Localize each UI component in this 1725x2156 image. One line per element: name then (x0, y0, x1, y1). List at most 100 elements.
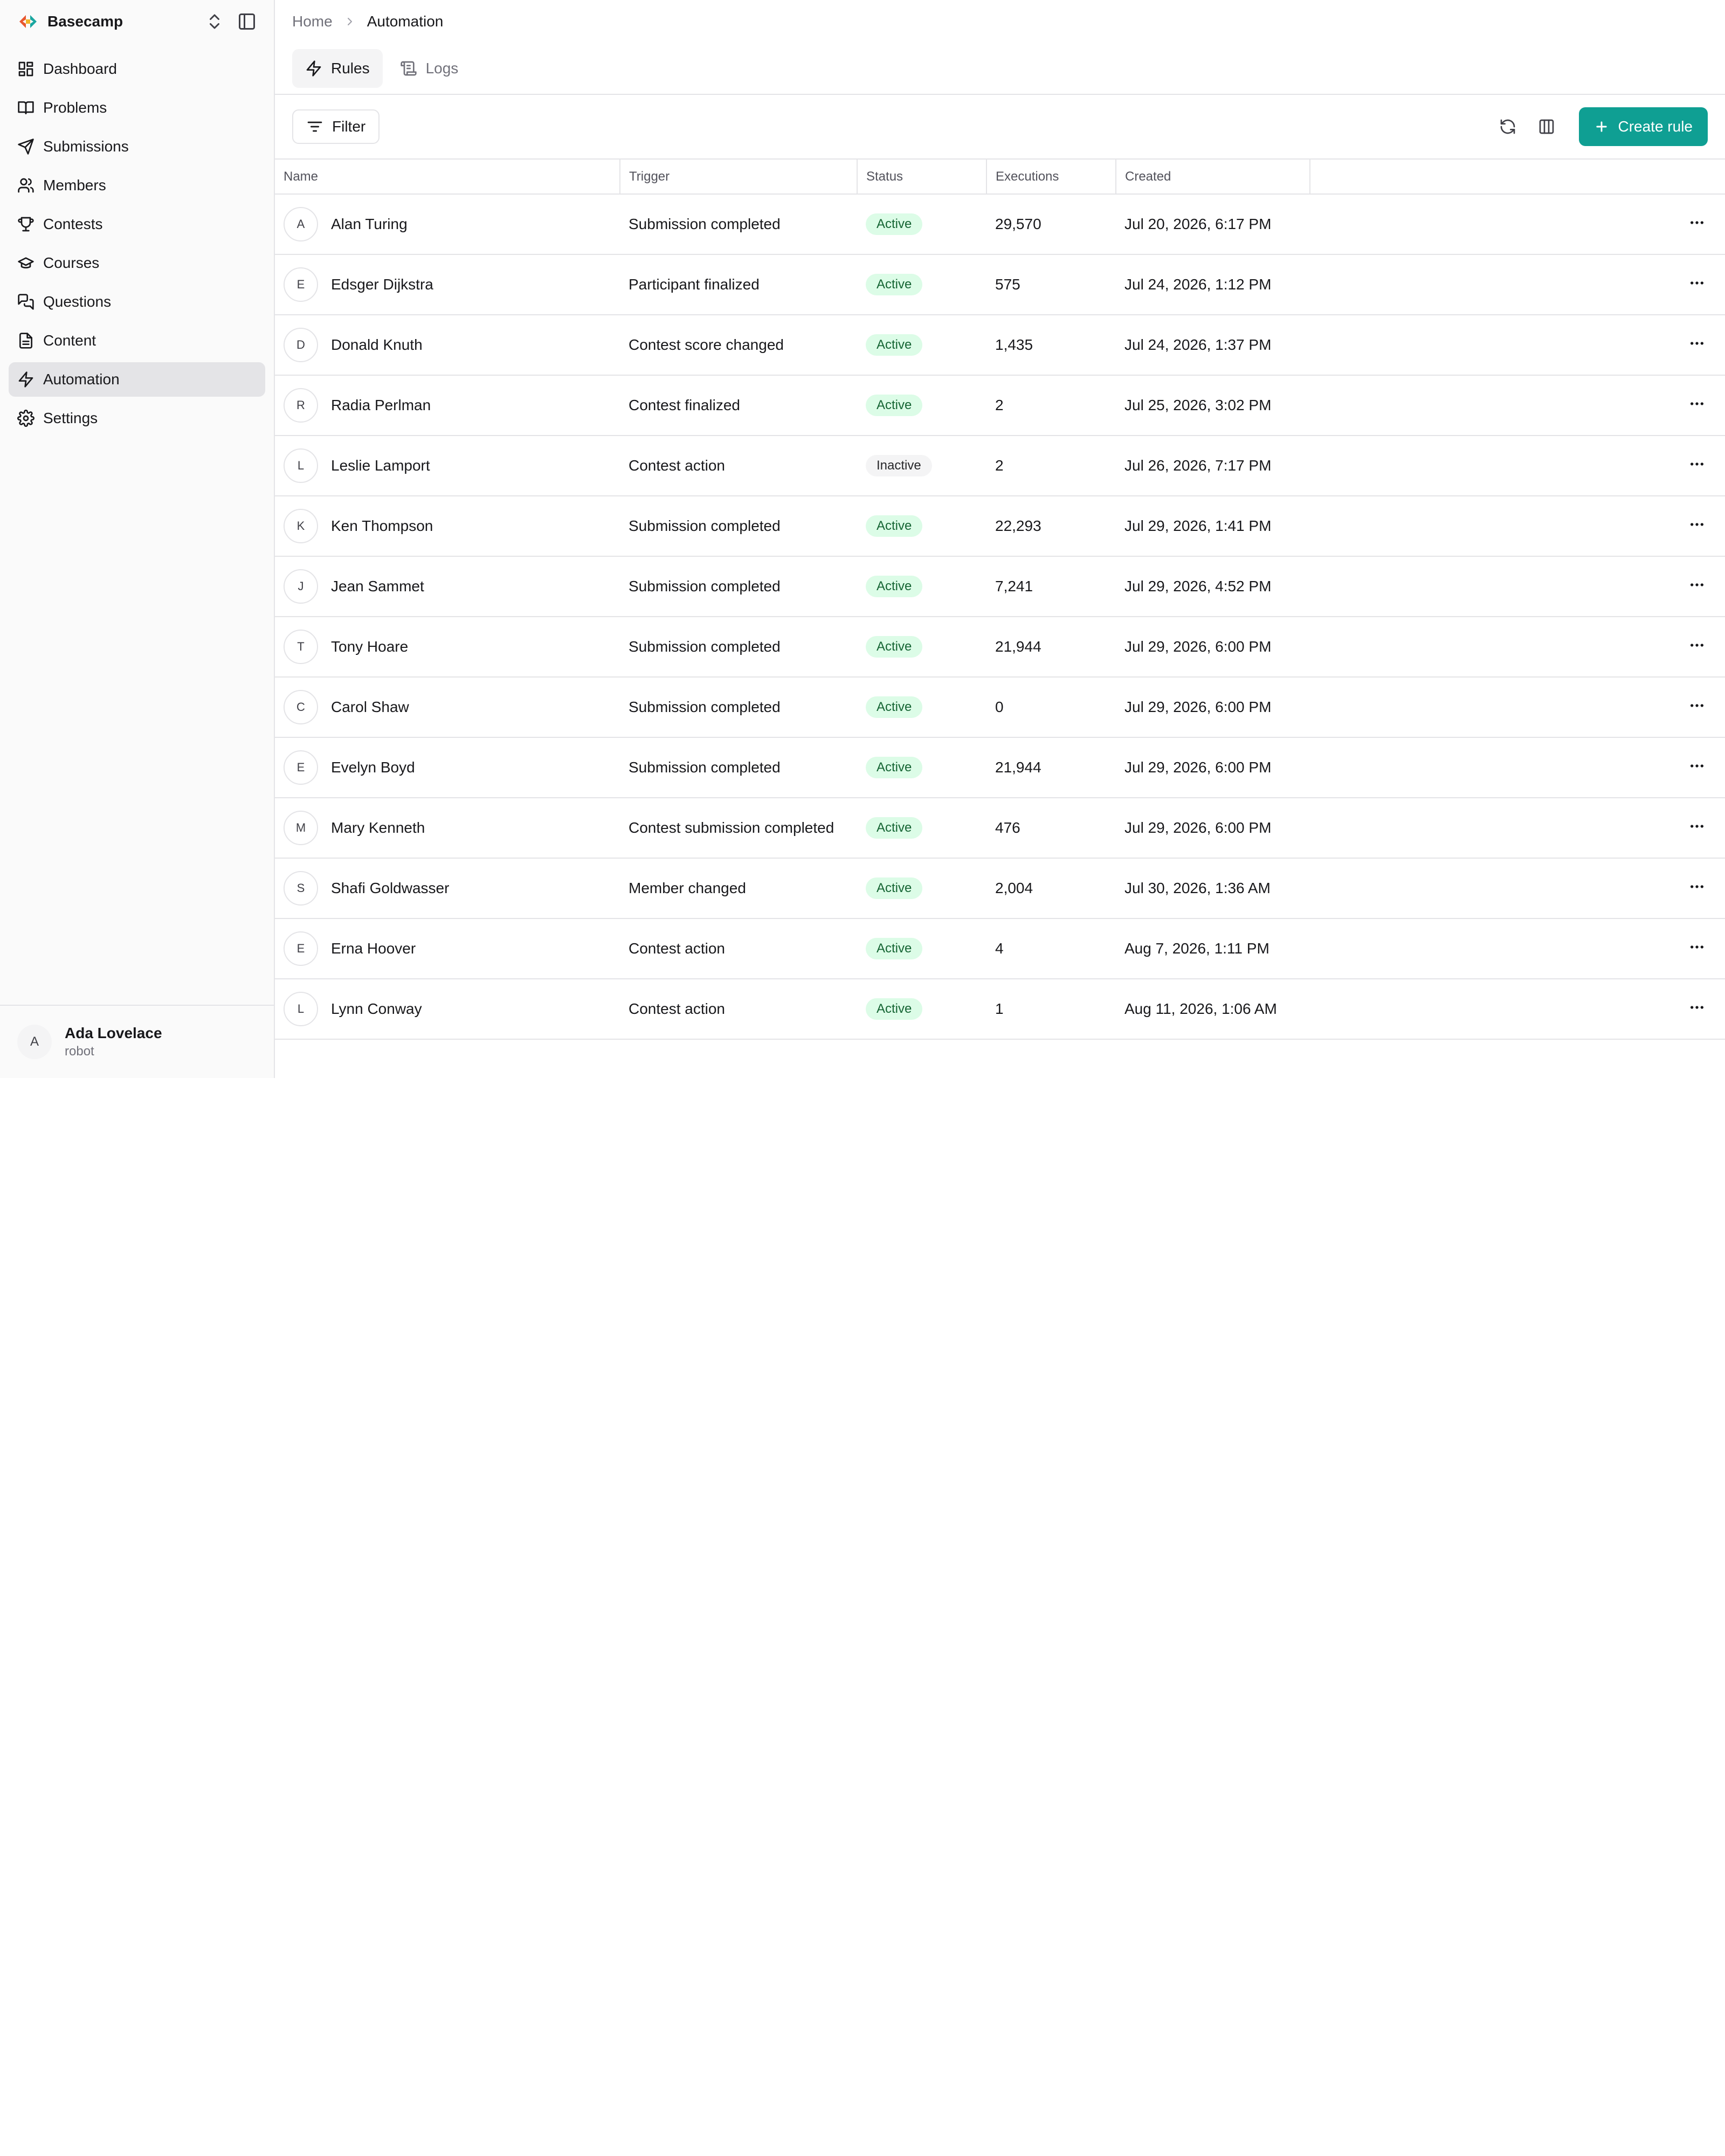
trigger-cell: Submission completed (620, 496, 857, 557)
rule-name[interactable]: Mary Kenneth (331, 819, 425, 837)
table-body: A Alan Turing Submission completed Activ… (275, 194, 1725, 1040)
column-header-executions[interactable]: Executions (986, 160, 1116, 195)
rule-name[interactable]: Edsger Dijkstra (331, 276, 433, 293)
executions-cell: 22,293 (986, 496, 1116, 557)
sidebar-item-submissions[interactable]: Submissions (9, 129, 265, 164)
sidebar-item-dashboard[interactable]: Dashboard (9, 52, 265, 86)
table-row[interactable]: D Donald Knuth Contest score changed Act… (275, 315, 1725, 376)
more-horizontal-icon[interactable] (1688, 637, 1706, 654)
column-header-trigger[interactable]: Trigger (620, 160, 858, 195)
column-header-created[interactable]: Created (1116, 160, 1310, 195)
rule-name[interactable]: Jean Sammet (331, 578, 424, 595)
executions-cell: 4 (986, 918, 1116, 979)
executions-cell: 2 (986, 436, 1116, 496)
rule-name[interactable]: Erna Hoover (331, 940, 416, 957)
rule-name[interactable]: Lynn Conway (331, 1000, 422, 1018)
more-horizontal-icon[interactable] (1688, 878, 1706, 895)
tab-label: Rules (331, 60, 370, 77)
more-horizontal-icon[interactable] (1688, 274, 1706, 292)
name-cell-content: L Leslie Lamport (284, 448, 611, 483)
table-row[interactable]: E Evelyn Boyd Submission completed Activ… (275, 737, 1725, 798)
executions-cell: 1 (986, 979, 1116, 1040)
rule-name[interactable]: Radia Perlman (331, 397, 431, 414)
chevrons-up-down-icon[interactable] (205, 12, 224, 31)
tab-logs[interactable]: Logs (387, 49, 472, 88)
status-cell: Active (857, 918, 986, 979)
status-badge: Active (866, 395, 923, 416)
name-cell: S Shafi Goldwasser (275, 858, 620, 919)
more-horizontal-icon[interactable] (1688, 697, 1706, 714)
create-rule-label: Create rule (1618, 118, 1693, 135)
actions-cell (1310, 375, 1725, 436)
column-header-name[interactable]: Name (275, 160, 620, 195)
sidebar-item-problems[interactable]: Problems (9, 91, 265, 125)
name-cell-content: J Jean Sammet (284, 569, 611, 604)
more-horizontal-icon[interactable] (1688, 395, 1706, 412)
sidebar-toggle-icon[interactable] (237, 12, 257, 31)
sidebar-item-content[interactable]: Content (9, 323, 265, 358)
more-horizontal-icon[interactable] (1688, 455, 1706, 473)
more-horizontal-icon[interactable] (1688, 818, 1706, 835)
table-row[interactable]: L Lynn Conway Contest action Active 1 Au… (275, 979, 1725, 1040)
more-horizontal-icon[interactable] (1688, 757, 1706, 775)
table-row[interactable]: T Tony Hoare Submission completed Active… (275, 617, 1725, 678)
more-horizontal-icon[interactable] (1688, 938, 1706, 956)
created-cell: Jul 29, 2026, 4:52 PM (1116, 556, 1310, 617)
sidebar-item-automation[interactable]: Automation (9, 362, 265, 397)
table-row[interactable]: E Edsger Dijkstra Participant finalized … (275, 254, 1725, 315)
more-horizontal-icon[interactable] (1688, 214, 1706, 231)
table-row[interactable]: E Erna Hoover Contest action Active 4 Au… (275, 918, 1725, 979)
table-row[interactable]: S Shafi Goldwasser Member changed Active… (275, 858, 1725, 919)
sidebar-item-questions[interactable]: Questions (9, 285, 265, 319)
sidebar-item-courses[interactable]: Courses (9, 246, 265, 280)
create-rule-button[interactable]: Create rule (1579, 107, 1708, 146)
trigger-cell: Submission completed (620, 194, 857, 255)
more-horizontal-icon[interactable] (1688, 335, 1706, 352)
sidebar-item-members[interactable]: Members (9, 168, 265, 203)
name-cell-content: T Tony Hoare (284, 630, 611, 664)
more-horizontal-icon[interactable] (1688, 516, 1706, 533)
sidebar-item-label: Content (43, 332, 96, 349)
more-horizontal-icon[interactable] (1688, 999, 1706, 1016)
user-info: Ada Lovelace robot (65, 1025, 162, 1059)
status-cell: Active (857, 617, 986, 678)
table-row[interactable]: L Leslie Lamport Contest action Inactive… (275, 436, 1725, 496)
rule-name[interactable]: Donald Knuth (331, 336, 423, 354)
refresh-button[interactable] (1493, 112, 1523, 142)
rules-table: Name Trigger Status Executions Created A… (275, 160, 1725, 1040)
status-badge: Active (866, 696, 923, 718)
rule-name[interactable]: Shafi Goldwasser (331, 880, 449, 897)
rule-name[interactable]: Tony Hoare (331, 638, 408, 655)
tab-rules[interactable]: Rules (292, 49, 383, 88)
status-badge: Active (866, 757, 923, 778)
name-cell-content: S Shafi Goldwasser (284, 871, 611, 906)
rule-name[interactable]: Alan Turing (331, 216, 408, 233)
columns-icon (1540, 119, 1554, 134)
rule-name[interactable]: Carol Shaw (331, 699, 409, 716)
rule-name[interactable]: Evelyn Boyd (331, 759, 415, 776)
filter-button[interactable]: Filter (292, 109, 380, 144)
sidebar-item-contests[interactable]: Contests (9, 207, 265, 241)
name-cell-content: R Radia Perlman (284, 388, 611, 423)
sidebar-item-label: Members (43, 177, 106, 194)
name-cell: E Edsger Dijkstra (275, 254, 620, 315)
table-row[interactable]: M Mary Kenneth Contest submission comple… (275, 798, 1725, 859)
rule-name[interactable]: Ken Thompson (331, 517, 433, 535)
sidebar-item-settings[interactable]: Settings (9, 401, 265, 436)
column-header-status[interactable]: Status (857, 160, 987, 195)
table-row[interactable]: C Carol Shaw Submission completed Active… (275, 677, 1725, 738)
avatar: R (284, 388, 318, 423)
user-menu[interactable]: A Ada Lovelace robot (0, 1005, 274, 1078)
more-horizontal-icon[interactable] (1688, 576, 1706, 593)
brand-header[interactable]: Basecamp (0, 0, 274, 43)
table-row[interactable]: A Alan Turing Submission completed Activ… (275, 194, 1725, 255)
breadcrumb-home[interactable]: Home (292, 13, 333, 30)
table-row[interactable]: K Ken Thompson Submission completed Acti… (275, 496, 1725, 557)
avatar: S (284, 871, 318, 906)
table-row[interactable]: J Jean Sammet Submission completed Activ… (275, 556, 1725, 617)
status-cell: Active (857, 798, 986, 859)
table-row[interactable]: R Radia Perlman Contest finalized Active… (275, 375, 1725, 436)
rule-name[interactable]: Leslie Lamport (331, 457, 430, 474)
columns-button[interactable] (1531, 112, 1562, 142)
trigger-cell: Submission completed (620, 617, 857, 678)
